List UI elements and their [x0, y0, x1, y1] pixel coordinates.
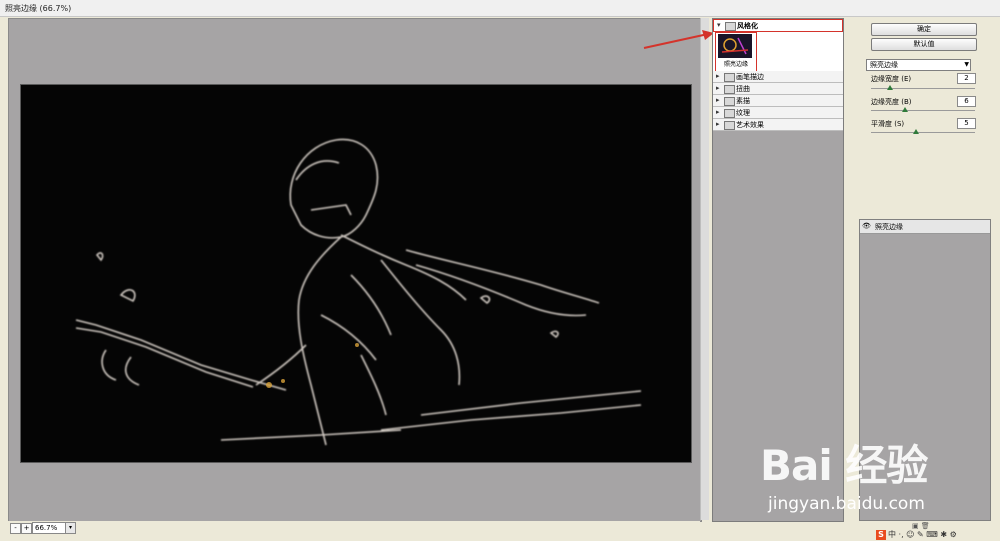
category-header-stylize[interactable]: ▾ 风格化 [713, 19, 843, 32]
category-row[interactable]: ▸ 画笔描边 [713, 71, 843, 83]
filter-select[interactable]: 照亮边缘 ▼ [866, 59, 971, 71]
ime-toolbar[interactable]: S中 ·, ☺ ✎ ⌨ ✱ ⚙ [876, 529, 957, 540]
ime-logo-icon: S [876, 530, 886, 540]
chevron-right-icon: ▸ [716, 108, 720, 116]
smoothness-slider[interactable] [871, 129, 975, 134]
edge-brightness-input[interactable]: 6 [957, 96, 976, 107]
folder-icon [724, 121, 735, 130]
filter-preview-image[interactable] [20, 84, 692, 463]
canvas-scrollbar[interactable] [700, 18, 709, 520]
default-button[interactable]: 默认值 [871, 38, 977, 51]
zoom-out-button[interactable]: - [10, 523, 21, 534]
slider-knob[interactable] [902, 107, 909, 112]
zoom-dropdown-icon[interactable]: ▾ [65, 522, 76, 534]
category-label: 画笔描边 [736, 73, 764, 81]
chevron-down-icon: ▾ [717, 21, 721, 29]
chevron-right-icon: ▸ [716, 96, 720, 104]
smoothness-input[interactable]: 5 [957, 118, 976, 129]
category-row[interactable]: ▸ 纹理 [713, 107, 843, 119]
category-row[interactable]: ▸ 素描 [713, 95, 843, 107]
folder-icon [725, 22, 736, 31]
chevron-right-icon: ▸ [716, 84, 720, 92]
category-row[interactable]: ▸ 扭曲 [713, 83, 843, 95]
effect-layer-name: 照亮边缘 [875, 223, 903, 231]
filter-thumb-label: 照亮边缘 [723, 61, 748, 68]
folder-icon [724, 109, 735, 118]
effect-layer-row[interactable]: 👁 照亮边缘 [860, 220, 990, 234]
watermark-url: jingyan.baidu.com [768, 494, 925, 514]
zoom-in-button[interactable]: + [21, 523, 32, 534]
category-label: 扭曲 [736, 85, 750, 93]
chevron-right-icon: ▸ [716, 72, 720, 80]
edge-brightness-slider[interactable] [871, 107, 975, 112]
edge-width-input[interactable]: 2 [957, 73, 976, 84]
eye-icon[interactable]: 👁 [862, 222, 871, 230]
edge-width-label: 边缘宽度 (E) [871, 75, 912, 83]
category-stylize-expanded: ▾ 风格化 照亮边缘 [713, 19, 843, 72]
edge-brightness-label: 边缘亮度 (B) [871, 98, 912, 106]
filter-thumb-glowing-edges[interactable]: 照亮边缘 [715, 32, 757, 72]
smoothness-label: 平滑度 (S) [871, 120, 905, 128]
category-label: 艺术效果 [736, 121, 764, 129]
slider-knob[interactable] [886, 85, 893, 90]
category-label: 纹理 [736, 109, 750, 117]
ime-status-text: 中 ·, ☺ ✎ ⌨ ✱ ⚙ [888, 530, 957, 539]
category-row[interactable]: ▸ 艺术效果 [713, 119, 843, 131]
edge-width-slider[interactable] [871, 85, 975, 90]
category-label: 风格化 [737, 22, 758, 30]
window-title: 照亮边缘 (66.7%) [5, 4, 72, 13]
ok-button[interactable]: 确定 [871, 23, 977, 36]
annotation-arrow-icon [643, 30, 714, 49]
category-label: 素描 [736, 97, 750, 105]
filter-select-value: 照亮边缘 [870, 61, 898, 69]
slider-knob[interactable] [912, 129, 919, 134]
zoom-level-field[interactable]: 66.7% [32, 522, 66, 534]
preview-canvas-area[interactable] [8, 18, 702, 522]
filter-thumbnail-image [718, 34, 752, 58]
chevron-down-icon: ▼ [964, 61, 969, 68]
title-bar: 照亮边缘 (66.7%) [0, 0, 1000, 17]
folder-icon [724, 73, 735, 82]
folder-icon [724, 97, 735, 106]
baidu-watermark: Bai 经验 jingyan.baidu.com [760, 432, 992, 520]
glowing-edges-figure [75, 138, 642, 446]
chevron-right-icon: ▸ [716, 120, 720, 128]
watermark-brand: Bai 经验 [760, 441, 928, 490]
status-bar: - + 66.7% ▾ [8, 521, 700, 535]
folder-icon [724, 85, 735, 94]
